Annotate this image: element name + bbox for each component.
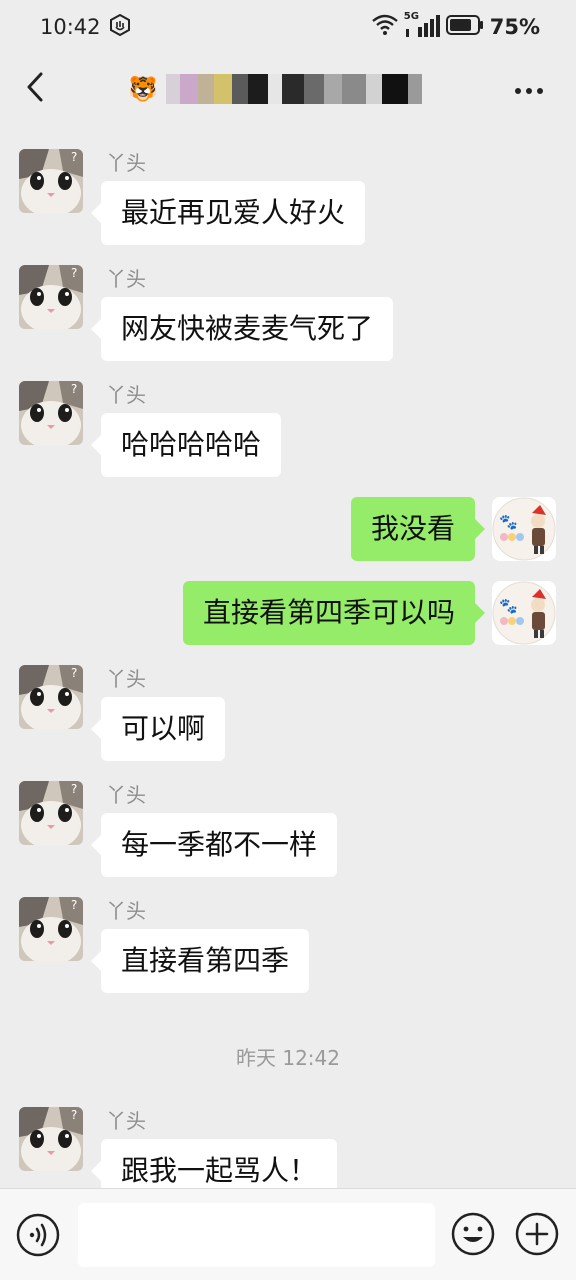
wifi-icon [371, 14, 398, 41]
chat-header: 🐯 [0, 54, 576, 124]
contact-avatar[interactable]: ? [19, 149, 83, 213]
back-button[interactable] [20, 65, 50, 113]
tiger-emoji: 🐯 [128, 75, 158, 103]
plus-icon [515, 1212, 559, 1256]
voice-button[interactable] [16, 1213, 60, 1261]
svg-text:?: ? [71, 266, 77, 280]
message-bubble[interactable]: 网友快被麦麦气死了 [90, 297, 394, 361]
contact-avatar[interactable]: ? [19, 265, 83, 329]
more-button[interactable] [506, 72, 552, 107]
svg-text:🐾: 🐾 [499, 597, 518, 615]
input-bar [0, 1188, 576, 1280]
sender-name: 丫头 [106, 667, 146, 691]
sender-name: 丫头 [106, 151, 146, 175]
contact-avatar[interactable]: ? [19, 781, 83, 845]
my-avatar[interactable]: 🐾 [492, 497, 556, 561]
battery-percent: 75% [489, 15, 540, 39]
emoji-button[interactable] [450, 1203, 496, 1261]
sender-name: 丫头 [106, 899, 146, 923]
battery-icon [445, 14, 484, 41]
signal-icon: 5G [404, 11, 440, 39]
status-bar: 10:42 5G 75% [0, 0, 576, 54]
svg-text:?: ? [71, 382, 77, 396]
message-bubble[interactable]: 哈哈哈哈哈 [90, 413, 282, 477]
redacted-contact-name [165, 74, 422, 104]
status-time: 10:42 [40, 15, 101, 39]
notification-icon [109, 13, 131, 41]
my-avatar[interactable]: 🐾 [492, 581, 556, 645]
plus-button[interactable] [514, 1203, 560, 1261]
emoji-icon [451, 1212, 495, 1256]
svg-text:?: ? [71, 898, 77, 912]
contact-avatar[interactable]: ? [19, 897, 83, 961]
contact-avatar[interactable]: ? [19, 381, 83, 445]
message-bubble[interactable]: 我没看 [350, 497, 486, 561]
svg-text:?: ? [71, 666, 77, 680]
message-input[interactable] [78, 1203, 435, 1267]
message-bubble[interactable]: 最近再见爱人好火 [90, 181, 366, 245]
message-bubble[interactable]: 可以啊 [90, 697, 226, 761]
svg-text:🐾: 🐾 [499, 513, 518, 531]
sender-name: 丫头 [106, 383, 146, 407]
more-dots-icon [515, 87, 543, 94]
message-bubble[interactable]: 跟我一起骂人！ [90, 1139, 338, 1188]
chat-title: 🐯 [128, 68, 422, 110]
contact-avatar[interactable]: ? [19, 665, 83, 729]
sender-name: 丫头 [106, 783, 146, 807]
svg-text:?: ? [71, 782, 77, 796]
voice-icon [16, 1213, 60, 1257]
chevron-left-icon [27, 72, 43, 102]
message-list[interactable]: ? 丫头 最近再见爱人好火 ? 丫头 网友快被麦麦气死了 ? 丫头 哈哈哈哈哈 … [0, 124, 576, 1188]
message-bubble[interactable]: 直接看第四季 [90, 929, 310, 993]
time-separator: 昨天 12:42 [236, 1046, 340, 1070]
message-bubble[interactable]: 直接看第四季可以吗 [182, 581, 486, 645]
sender-name: 丫头 [106, 267, 146, 291]
message-bubble[interactable]: 每一季都不一样 [90, 813, 338, 877]
svg-text:?: ? [71, 1108, 77, 1122]
sender-name: 丫头 [106, 1109, 146, 1133]
contact-avatar[interactable]: ? [19, 1107, 83, 1171]
svg-text:?: ? [71, 150, 77, 164]
